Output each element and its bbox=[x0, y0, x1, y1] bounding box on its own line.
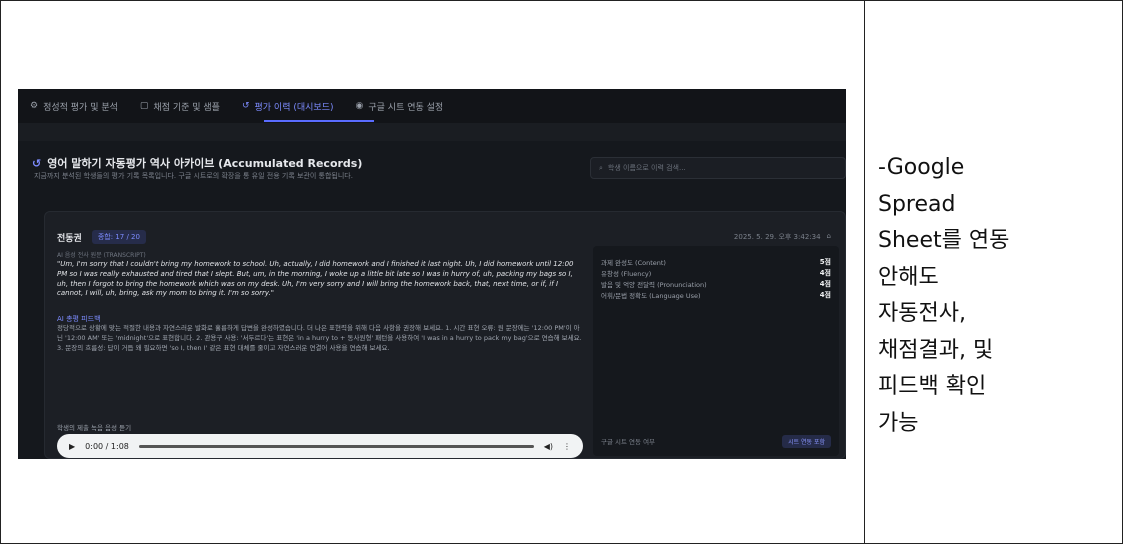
record-card: 전동권 종합: 17 / 20 2025. 5. 29. 오후 3:42:34 … bbox=[44, 211, 846, 459]
listen-label: 학생의 제출 녹음 음성 듣기 bbox=[57, 424, 132, 432]
audio-player[interactable]: ▶ 0:00 / 1:08 ◀) ⋮ bbox=[57, 434, 583, 458]
history-icon: ↺ bbox=[32, 156, 42, 170]
description-line: 안해도 bbox=[878, 264, 939, 290]
score-label: 유창성 (Fluency) bbox=[601, 269, 652, 278]
score-label: 과제 완성도 (Content) bbox=[601, 258, 666, 267]
tab-history[interactable]: ↺ 평가 이력 (대시보드) bbox=[242, 100, 334, 113]
play-icon[interactable]: ▶ bbox=[69, 442, 75, 451]
settings-icon: ◉ bbox=[355, 101, 364, 111]
sheet-sync-button[interactable]: 시트 연동 포함 bbox=[782, 435, 831, 448]
tab-rubric[interactable]: ▢ 채점 기준 및 샘플 bbox=[140, 100, 220, 113]
score-value: 4점 bbox=[819, 290, 831, 299]
description-line: 가능 bbox=[878, 410, 919, 436]
book-icon: ▢ bbox=[139, 101, 149, 111]
search-icon: ⌕ bbox=[599, 163, 603, 172]
page-subtitle: 지금까지 분석된 학생들의 평가 기록 목록입니다. 구글 시트로의 확장을 통… bbox=[34, 172, 353, 180]
audio-progress-track[interactable] bbox=[138, 444, 534, 448]
score-badge: 종합: 17 / 20 bbox=[91, 230, 146, 244]
description-text: -Google Spread Sheet를 연동 안해도 자동전사, 채점결과,… bbox=[878, 150, 1110, 442]
app-screenshot: ⚙ 정성적 평가 및 분석 ▢ 채점 기준 및 샘플 ↺ 평가 이력 (대시보드… bbox=[18, 89, 846, 459]
more-icon[interactable]: ⋮ bbox=[563, 442, 571, 451]
score-value: 5점 bbox=[819, 257, 831, 266]
description-line: 피드백 확인 bbox=[878, 374, 987, 399]
score-row: 유창성 (Fluency) 4점 bbox=[601, 267, 831, 278]
score-row: 발음 및 억양 전달력 (Pronunciation) 4점 bbox=[601, 278, 831, 289]
tab-label: 정성적 평가 및 분석 bbox=[43, 102, 118, 113]
score-value: 4점 bbox=[819, 279, 831, 288]
score-label: 어휘/문법 정확도 (Language Use) bbox=[601, 291, 701, 300]
search-placeholder: 학생 이름으로 이력 검색... bbox=[607, 164, 686, 172]
search-input[interactable]: ⌕ 학생 이름으로 이력 검색... bbox=[590, 157, 846, 179]
tab-label: 평가 이력 (대시보드) bbox=[254, 102, 334, 113]
active-tab-indicator bbox=[264, 120, 374, 122]
sheet-sync-label: 구글 시트 연동 여부 bbox=[601, 438, 656, 446]
description-line: Spread bbox=[878, 191, 956, 217]
volume-icon[interactable]: ◀) bbox=[544, 442, 553, 451]
page-title-text: 영어 말하기 자동평가 역사 아카이브 (Accumulated Records… bbox=[47, 157, 363, 170]
feedback-label: AI 총평 피드백 bbox=[57, 315, 101, 323]
description-line: 채점결과, 및 bbox=[878, 337, 994, 363]
history-icon: ↺ bbox=[241, 101, 250, 111]
tab-sheet-settings[interactable]: ◉ 구글 시트 연동 설정 bbox=[356, 100, 444, 113]
description-line: Sheet를 연동 bbox=[878, 228, 1010, 253]
delete-icon[interactable]: ⌂ bbox=[827, 232, 831, 242]
record-date-text: 2025. 5. 29. 오후 3:42:34 bbox=[733, 233, 821, 241]
description-line: -Google bbox=[878, 155, 965, 180]
page-header: ↺ 영어 말하기 자동평가 역사 아카이브 (Accumulated Recor… bbox=[18, 141, 846, 193]
audio-time: 0:00 / 1:08 bbox=[85, 441, 129, 451]
record-header: 전동권 종합: 17 / 20 bbox=[57, 230, 146, 244]
score-value: 4점 bbox=[819, 268, 831, 277]
score-panel: 과제 완성도 (Content) 5점 유창성 (Fluency) 4점 발음 … bbox=[593, 246, 839, 456]
tab-label: 구글 시트 연동 설정 bbox=[368, 102, 444, 113]
student-name: 전동권 bbox=[57, 233, 82, 244]
record-date: 2025. 5. 29. 오후 3:42:34 ⌂ bbox=[734, 232, 831, 242]
score-label: 발음 및 억양 전달력 (Pronunciation) bbox=[601, 280, 707, 289]
sub-bar bbox=[18, 123, 846, 141]
page-title: ↺ 영어 말하기 자동평가 역사 아카이브 (Accumulated Recor… bbox=[32, 155, 362, 171]
tab-qualitative[interactable]: ⚙ 정성적 평가 및 분석 bbox=[30, 100, 118, 113]
gear-icon: ⚙ bbox=[30, 101, 39, 111]
score-row: 어휘/문법 정확도 (Language Use) 4점 bbox=[601, 289, 831, 300]
description-line: 자동전사, bbox=[878, 301, 966, 326]
score-row: 과제 완성도 (Content) 5점 bbox=[601, 256, 831, 267]
transcript-text: "Um, I'm sorry that I couldn't bring my … bbox=[57, 260, 574, 298]
transcript-label: AI 음성 전사 원문 (TRANSCRIPT) bbox=[57, 252, 146, 259]
column-divider bbox=[864, 0, 865, 544]
feedback-text: 정당적으로 상황에 맞는 적절한 내용과 자연스러운 발화로 훌륭하게 답변을 … bbox=[57, 324, 582, 352]
tab-bar: ⚙ 정성적 평가 및 분석 ▢ 채점 기준 및 샘플 ↺ 평가 이력 (대시보드… bbox=[18, 89, 846, 123]
tab-label: 채점 기준 및 샘플 bbox=[153, 102, 220, 113]
